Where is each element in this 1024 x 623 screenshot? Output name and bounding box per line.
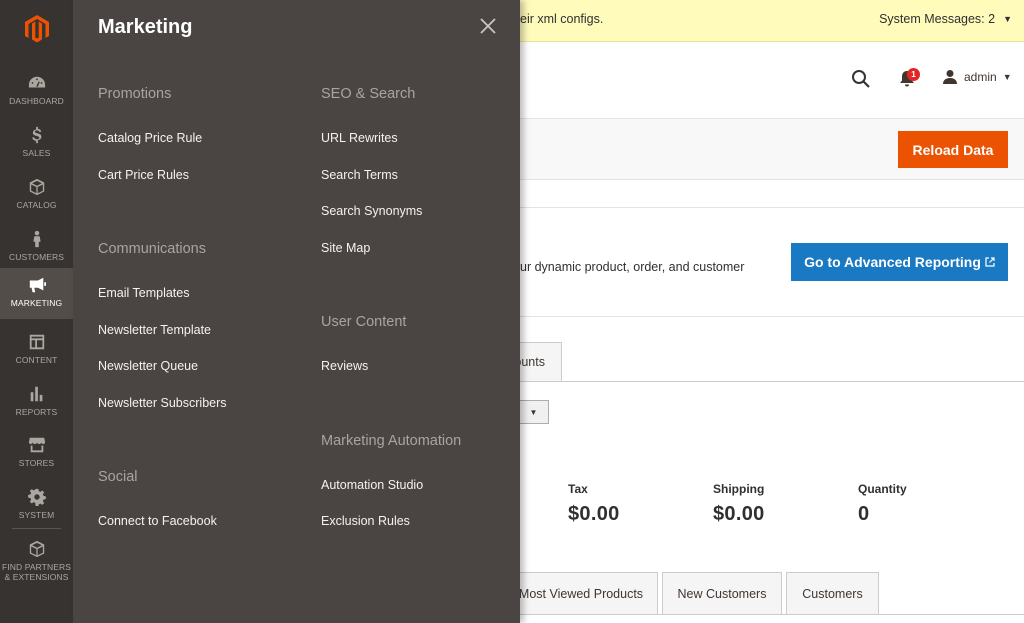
nav-label: REPORTS [15,407,58,417]
menu-link-newsletter-template[interactable]: Newsletter Template [98,323,211,337]
advanced-reporting-button[interactable]: Go to Advanced Reporting [791,243,1008,281]
menu-link-search-synonyms[interactable]: Search Synonyms [321,204,422,218]
nav-label: CATALOG [16,200,57,210]
layout-icon [29,334,44,350]
nav-item-dashboard[interactable]: DASHBOARD [0,66,73,117]
group-title-social: Social [98,469,138,485]
nav-item-catalog[interactable]: CATALOG [0,170,73,221]
stat-label: Quantity [858,482,907,496]
nav-label-line: FIND PARTNERS [2,562,71,572]
nav-item-stores[interactable]: STORES [0,428,73,479]
nav-label: STORES [18,458,55,468]
tab-most-viewed-products[interactable]: Most Viewed Products [504,572,658,614]
nav-item-system[interactable]: SYSTEM [0,480,73,531]
marketing-flyout-menu: Marketing Promotions Catalog Price Rule … [73,0,520,623]
system-messages-bar: eir xml configs. System Messages: 2 ▼ [520,0,1024,42]
menu-link-url-rewrites[interactable]: URL Rewrites [321,131,398,145]
menu-link-connect-to-facebook[interactable]: Connect to Facebook [98,514,217,528]
close-icon[interactable] [478,16,498,36]
nav-label: FIND PARTNERS & EXTENSIONS [2,562,71,582]
system-messages-dropdown[interactable]: System Messages: 2 ▼ [879,12,1012,26]
chevron-down-icon: ▼ [1002,72,1012,82]
system-messages-label: System Messages: 2 [879,12,996,26]
stat-label: Shipping [713,482,765,496]
person-icon [32,230,41,248]
user-icon [943,70,957,84]
admin-user-name: admin [964,70,997,84]
magento-logo-icon [24,15,49,43]
store-icon [28,437,45,453]
menu-link-reviews[interactable]: Reviews [321,359,368,373]
menu-link-catalog-price-rule[interactable]: Catalog Price Rule [98,131,202,145]
gear-icon [27,488,46,506]
reload-data-button[interactable]: Reload Data [898,131,1008,168]
period-select[interactable]: ▼ [518,400,549,424]
nav-label: CUSTOMERS [8,252,65,262]
menu-link-site-map[interactable]: Site Map [321,241,370,255]
nav-label: CONTENT [15,355,58,365]
nav-label: SALES [22,148,51,158]
nav-item-customers[interactable]: CUSTOMERS [0,222,73,273]
flyout-title: Marketing [98,16,193,38]
group-title-user-content: User Content [321,314,407,330]
page-header: 1 admin ▼ [520,42,1024,118]
external-link-icon [985,257,995,267]
dollar-icon [31,126,41,144]
stat-value: $0.00 [713,503,765,525]
nav-item-find-partners[interactable]: FIND PARTNERS & EXTENSIONS [0,532,73,583]
stat-label: Tax [568,482,588,496]
menu-link-exclusion-rules[interactable]: Exclusion Rules [321,514,410,528]
nav-label-line: & EXTENSIONS [4,572,69,582]
stat-shipping: Shipping $0.00 [713,482,765,526]
tab-divider [520,614,1024,615]
nav-item-marketing[interactable]: MARKETING [0,268,73,319]
chevron-down-icon: ▼ [529,407,538,417]
nav-item-reports[interactable]: REPORTS [0,377,73,428]
stat-value: $0.00 [568,503,620,525]
bar-chart-icon [30,386,42,402]
stat-value: 0 [858,503,870,525]
system-message-text: eir xml configs. [520,12,604,26]
nav-item-sales[interactable]: SALES [0,118,73,169]
nav-label: SYSTEM [18,510,55,520]
advanced-reporting-button-label: Go to Advanced Reporting [804,254,981,270]
menu-link-email-templates[interactable]: Email Templates [98,286,189,300]
tab-customers[interactable]: Customers [786,572,879,614]
group-title-seo-search: SEO & Search [321,86,416,102]
search-icon[interactable] [850,68,872,90]
nav-label: DASHBOARD [9,96,64,106]
megaphone-icon [29,277,46,293]
admin-user-menu[interactable]: admin ▼ [942,69,1012,85]
menu-link-cart-price-rules[interactable]: Cart Price Rules [98,168,189,182]
menu-link-automation-studio[interactable]: Automation Studio [321,478,423,492]
stat-quantity: Quantity 0 [858,482,907,526]
nav-item-content[interactable]: CONTENT [0,325,73,376]
advanced-reporting-section: ur dynamic product, order, and customer … [520,207,1024,317]
nav-label: MARKETING [10,298,63,308]
advanced-reporting-description: ur dynamic product, order, and customer [520,260,745,274]
group-title-promotions: Promotions [98,86,172,102]
box-icon [29,178,44,196]
dashboard-icon [28,76,45,88]
menu-link-newsletter-queue[interactable]: Newsletter Queue [98,359,198,373]
extensions-box-icon [29,540,44,558]
tab-new-customers[interactable]: New Customers [662,572,782,614]
magento-logo[interactable] [0,0,73,58]
admin-sidebar: DASHBOARD SALES CATALOG CUSTOMERS MARKET… [0,0,73,623]
stat-tax: Tax $0.00 [568,482,620,526]
menu-link-newsletter-subscribers[interactable]: Newsletter Subscribers [98,396,227,410]
tab-divider [520,381,1024,382]
notifications-count-badge: 1 [907,68,920,81]
chevron-down-icon: ▼ [1003,14,1012,24]
group-title-marketing-automation: Marketing Automation [321,433,462,449]
group-title-communications: Communications [98,241,206,257]
nav-divider [12,528,61,529]
menu-link-search-terms[interactable]: Search Terms [321,168,398,182]
reload-toolbar: Reload Data [520,118,1024,180]
